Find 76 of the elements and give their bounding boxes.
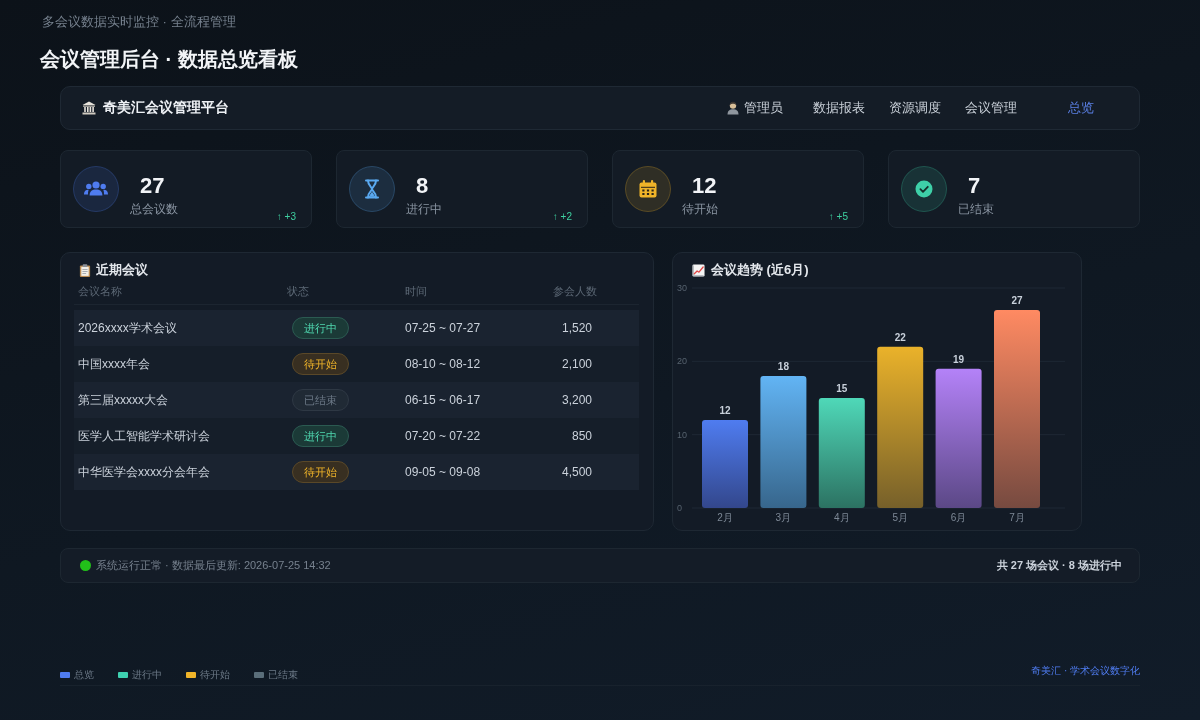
clipboard-icon (79, 263, 91, 277)
hourglass-icon (349, 166, 395, 212)
attendees-cell-text: 4,500 (561, 464, 593, 480)
bar-value-label: 19 (953, 353, 965, 365)
axis-label: 2月 (717, 512, 733, 523)
time-cell: 09-05 ~ 09-08 (405, 464, 481, 480)
footer-brand: 奇美汇 · 学术会议数字化 (1031, 664, 1140, 678)
trend-text: ↑ +2 (552, 211, 572, 223)
time-cell: 08-10 ~ 08-12 (405, 356, 481, 372)
stat-value: 12 (692, 173, 717, 199)
meeting-name-cell: 中国xxxx年会 (78, 356, 150, 372)
legend-label: 已结束 (268, 668, 298, 682)
column-header: 状态 (287, 284, 310, 298)
people-icon (73, 166, 119, 212)
time-cell: 07-20 ~ 07-22 (405, 428, 481, 444)
axis-label: 3月 (775, 512, 792, 523)
attendees-cell-text: 1,520 (561, 320, 593, 336)
stat-value: 27 (140, 173, 165, 199)
axis-label: 30 (677, 283, 687, 293)
bar-value-label: 15 (836, 383, 848, 394)
axis-label: 7月 (1009, 512, 1025, 523)
axis-label: 10 (677, 429, 687, 440)
bank-building-icon (82, 101, 96, 115)
trend-text: ↑ +5 (828, 211, 848, 223)
nav-link[interactable]: 资源调度 (889, 99, 941, 117)
stat-value: 7 (968, 173, 981, 199)
page-subtitle: 多会议数据实时监控 · 全流程管理 (42, 13, 236, 31)
line-chart-icon (692, 263, 705, 277)
stat-label: 待开始 (682, 201, 718, 217)
status-badge: 待开始 (292, 353, 349, 375)
person-icon (727, 101, 739, 115)
brand-name: 奇美汇会议管理平台 (103, 99, 229, 117)
bar-value-label: 22 (894, 331, 906, 343)
meeting-name-cell: 2026xxxx学术会议 (78, 320, 177, 336)
status-text: 系统运行正常 · 数据最后更新: 2026-07-25 14:32 (96, 558, 331, 573)
status-badge: 已结束 (292, 389, 349, 411)
column-header: 会议名称 (78, 284, 123, 298)
column-header: 参会人数 (552, 284, 597, 298)
check-circle-icon (901, 166, 947, 212)
attendees-cell-text: 3,200 (561, 392, 593, 408)
stat-label: 总会议数 (130, 201, 178, 217)
meeting-name-cell: 第三届xxxxx大会 (78, 392, 168, 408)
bar-value-label: 18 (777, 361, 789, 372)
bar-value-label: 27 (1011, 295, 1023, 306)
axis-label: 6月 (950, 512, 967, 523)
attendees-cell-text: 850 (571, 428, 593, 444)
meeting-name-cell: 中华医学会xxxx分会年会 (78, 464, 210, 480)
axis-label: 4月 (834, 512, 850, 523)
nav-link[interactable]: 管理员 (727, 99, 783, 117)
status-badge: 进行中 (292, 425, 349, 447)
column-header: 时间 (405, 284, 428, 298)
trend-text: ↑ +3 (276, 211, 296, 223)
attendees-cell-text: 2,100 (561, 356, 593, 372)
nav-link[interactable]: 数据报表 (813, 99, 865, 117)
status-badge: 待开始 (292, 461, 349, 483)
axis-label: 5月 (892, 512, 908, 523)
summary-text: 共 27 场会议 · 8 场进行中 (996, 558, 1122, 573)
meeting-name-cell: 医学人工智能学术研讨会 (78, 428, 210, 444)
axis-label: 20 (677, 356, 687, 367)
legend-label: 总览 (74, 668, 94, 682)
time-cell: 06-15 ~ 06-17 (405, 392, 481, 408)
calendar-icon (625, 166, 671, 212)
panel-title: 近期会议 (96, 262, 148, 278)
time-cell: 07-25 ~ 07-27 (405, 320, 481, 336)
bar-value-label: 12 (719, 405, 731, 416)
nav-link[interactable]: 总览 (1068, 99, 1094, 117)
page-title: 会议管理后台 · 数据总览看板 (40, 47, 298, 72)
nav-link[interactable]: 会议管理 (965, 99, 1017, 117)
stat-label: 已结束 (958, 201, 994, 217)
stat-value: 8 (416, 173, 429, 199)
legend-label: 待开始 (200, 668, 230, 682)
legend-label: 进行中 (132, 668, 162, 682)
chart-title: 会议趋势 (近6月) (711, 262, 809, 278)
stat-label: 进行中 (406, 201, 442, 217)
axis-label: 0 (677, 503, 682, 513)
status-badge: 进行中 (292, 317, 349, 339)
